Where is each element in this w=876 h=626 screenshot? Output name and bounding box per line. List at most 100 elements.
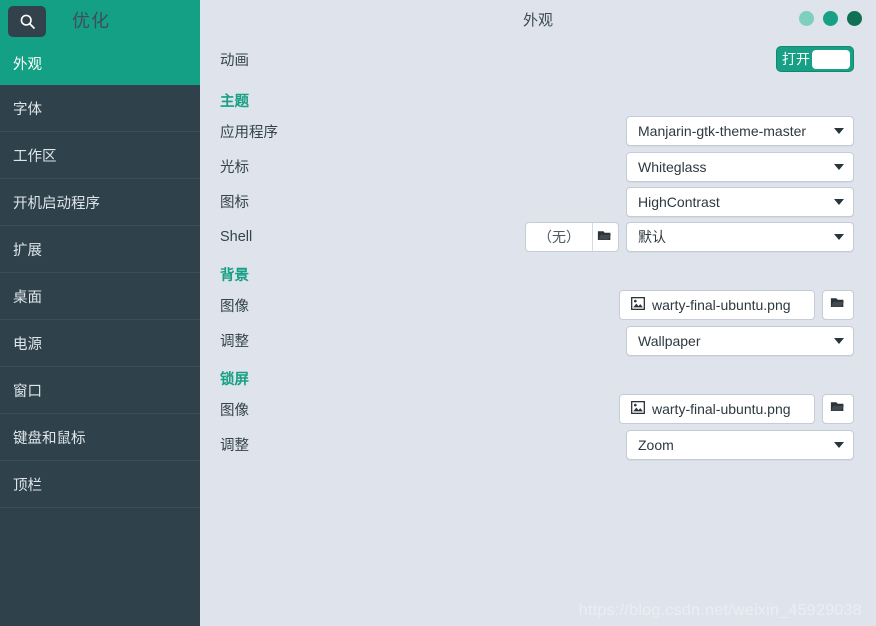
animation-controls: 打开 bbox=[776, 46, 854, 72]
sidebar-item-label: 电源 bbox=[13, 336, 42, 353]
page-title: 外观 bbox=[522, 11, 553, 29]
icons-theme-label: 图标 bbox=[220, 195, 249, 211]
icons-theme-value: HighContrast bbox=[638, 193, 720, 210]
icons-theme-controls: HighContrast bbox=[626, 186, 854, 217]
sidebar-item-workspaces[interactable]: 工作区 bbox=[0, 132, 200, 179]
row-lockscreen-adjustment: 调整 Zoom bbox=[220, 427, 854, 462]
section-theme-label: 主题 bbox=[220, 94, 249, 110]
watermark: https://blog.csdn.net/weixin_45929038 bbox=[578, 602, 862, 619]
sidebar-item-label: 外观 bbox=[13, 57, 42, 73]
row-application-theme: 应用程序 Manjarin-gtk-theme-master bbox=[220, 113, 854, 149]
open-file-button[interactable] bbox=[593, 223, 618, 251]
sidebar-item-power[interactable]: 电源 bbox=[0, 320, 200, 367]
row-icons-theme: 图标 HighContrast bbox=[220, 184, 854, 219]
row-shell-theme: Shell （无） 默认 bbox=[220, 219, 854, 254]
sidebar-item-startup-applications[interactable]: 开机启动程序 bbox=[0, 179, 200, 226]
sidebar-item-label: 开机启动程序 bbox=[13, 195, 100, 212]
lockscreen-adjustment-label: 调整 bbox=[220, 438, 249, 454]
window-controls bbox=[799, 11, 862, 26]
icons-theme-dropdown[interactable]: HighContrast bbox=[626, 186, 854, 217]
open-folder-icon bbox=[597, 228, 613, 246]
background-adjustment-dropdown[interactable]: Wallpaper bbox=[626, 325, 854, 356]
sidebar-item-label: 工作区 bbox=[13, 148, 57, 165]
background-image-label: 图像 bbox=[220, 298, 249, 315]
sidebar-item-label: 顶栏 bbox=[13, 477, 42, 494]
chevron-down-icon bbox=[834, 198, 844, 205]
sidebar-item-windows[interactable]: 窗口 bbox=[0, 367, 200, 414]
image-icon bbox=[631, 400, 645, 417]
lockscreen-image-controls: warty-final-ubuntu.png bbox=[619, 394, 854, 424]
sidebar-item-keyboard-and-mouse[interactable]: 键盘和鼠标 bbox=[0, 414, 200, 461]
cursor-theme-dropdown[interactable]: Whiteglass bbox=[626, 151, 854, 182]
application-theme-dropdown[interactable]: Manjarin-gtk-theme-master bbox=[626, 116, 854, 146]
chevron-down-icon bbox=[834, 337, 844, 344]
image-icon bbox=[631, 296, 645, 313]
row-background-adjustment: 调整 Wallpaper bbox=[220, 323, 854, 358]
background-adjustment-label: 调整 bbox=[220, 334, 249, 350]
cursor-theme-controls: Whiteglass bbox=[626, 151, 854, 182]
shell-file-chooser[interactable]: （无） bbox=[525, 221, 619, 252]
animation-toggle[interactable]: 打开 bbox=[776, 46, 854, 72]
shell-theme-value: 默认 bbox=[638, 228, 666, 245]
sidebar-item-top-bar[interactable]: 顶栏 bbox=[0, 461, 200, 508]
section-lockscreen: 锁屏 bbox=[220, 358, 854, 391]
section-theme: 主题 bbox=[220, 80, 854, 113]
tweaks-window: 优化 外观 字体 工作区 开机启动程序 扩展 桌面 电源 窗口 键盘和鼠标 顶栏… bbox=[0, 0, 876, 626]
sidebar-item-extensions[interactable]: 扩展 bbox=[0, 226, 200, 273]
chevron-down-icon bbox=[834, 233, 844, 240]
lockscreen-image-open-button[interactable] bbox=[822, 394, 854, 424]
background-image-field[interactable]: warty-final-ubuntu.png bbox=[619, 290, 815, 320]
application-theme-label: 应用程序 bbox=[220, 124, 278, 141]
background-adjustment-controls: Wallpaper bbox=[626, 325, 854, 356]
lockscreen-image-value: warty-final-ubuntu.png bbox=[652, 401, 791, 417]
sidebar-header: 优化 外观 bbox=[0, 0, 200, 85]
sidebar-item-desktop[interactable]: 桌面 bbox=[0, 273, 200, 320]
row-animation: 动画 打开 bbox=[220, 38, 854, 80]
sidebar-item-label: 字体 bbox=[13, 101, 42, 118]
open-folder-icon bbox=[830, 295, 846, 315]
background-adjustment-value: Wallpaper bbox=[638, 332, 701, 349]
animation-toggle-label: 打开 bbox=[782, 51, 810, 67]
sidebar-filler bbox=[0, 508, 200, 626]
open-folder-icon bbox=[830, 399, 846, 419]
lockscreen-adjustment-dropdown[interactable]: Zoom bbox=[626, 429, 854, 460]
settings-content: 动画 打开 主题 应用程序 Manjarin-gtk-theme-master bbox=[200, 38, 876, 462]
section-background: 背景 bbox=[220, 254, 854, 287]
titlebar: 外观 bbox=[200, 0, 876, 38]
chevron-down-icon bbox=[834, 441, 844, 448]
shell-theme-dropdown[interactable]: 默认 bbox=[626, 221, 854, 252]
toggle-knob bbox=[812, 50, 850, 69]
search-icon bbox=[19, 13, 36, 30]
application-theme-controls: Manjarin-gtk-theme-master bbox=[626, 116, 854, 146]
search-button[interactable] bbox=[8, 6, 46, 37]
minimize-button[interactable] bbox=[799, 11, 814, 26]
background-image-open-button[interactable] bbox=[822, 290, 854, 320]
section-background-label: 背景 bbox=[220, 268, 249, 284]
sidebar-item-appearance[interactable]: 外观 bbox=[0, 42, 200, 85]
sidebar-item-label: 扩展 bbox=[13, 242, 42, 259]
cursor-theme-value: Whiteglass bbox=[638, 158, 707, 175]
section-lockscreen-label: 锁屏 bbox=[220, 372, 249, 388]
row-background-image: 图像 warty-final-ubuntu.png bbox=[220, 287, 854, 323]
lockscreen-image-field[interactable]: warty-final-ubuntu.png bbox=[619, 394, 815, 424]
main-panel: 外观 动画 打开 主题 应用程序 Manjarin-gtk-theme-mast… bbox=[200, 0, 876, 626]
lockscreen-adjustment-controls: Zoom bbox=[626, 429, 854, 460]
animation-label: 动画 bbox=[220, 52, 249, 69]
sidebar-item-fonts[interactable]: 字体 bbox=[0, 85, 200, 132]
background-image-controls: warty-final-ubuntu.png bbox=[619, 290, 854, 320]
lockscreen-image-value-wrap: warty-final-ubuntu.png bbox=[620, 395, 802, 423]
row-cursor-theme: 光标 Whiteglass bbox=[220, 149, 854, 184]
shell-theme-label: Shell bbox=[220, 228, 253, 245]
maximize-button[interactable] bbox=[823, 11, 838, 26]
close-button[interactable] bbox=[847, 11, 862, 26]
background-image-value: warty-final-ubuntu.png bbox=[652, 297, 791, 313]
shell-file-value: （无） bbox=[538, 228, 580, 245]
lockscreen-adjustment-value: Zoom bbox=[638, 436, 674, 453]
application-theme-value: Manjarin-gtk-theme-master bbox=[638, 123, 807, 139]
cursor-theme-label: 光标 bbox=[220, 160, 249, 176]
row-lockscreen-image: 图像 warty-final-ubuntu.png bbox=[220, 391, 854, 427]
sidebar: 优化 外观 字体 工作区 开机启动程序 扩展 桌面 电源 窗口 键盘和鼠标 顶栏 bbox=[0, 0, 200, 626]
shell-theme-controls: （无） 默认 bbox=[525, 221, 854, 252]
app-title: 优化 bbox=[72, 11, 110, 31]
sidebar-item-label: 窗口 bbox=[13, 383, 42, 400]
